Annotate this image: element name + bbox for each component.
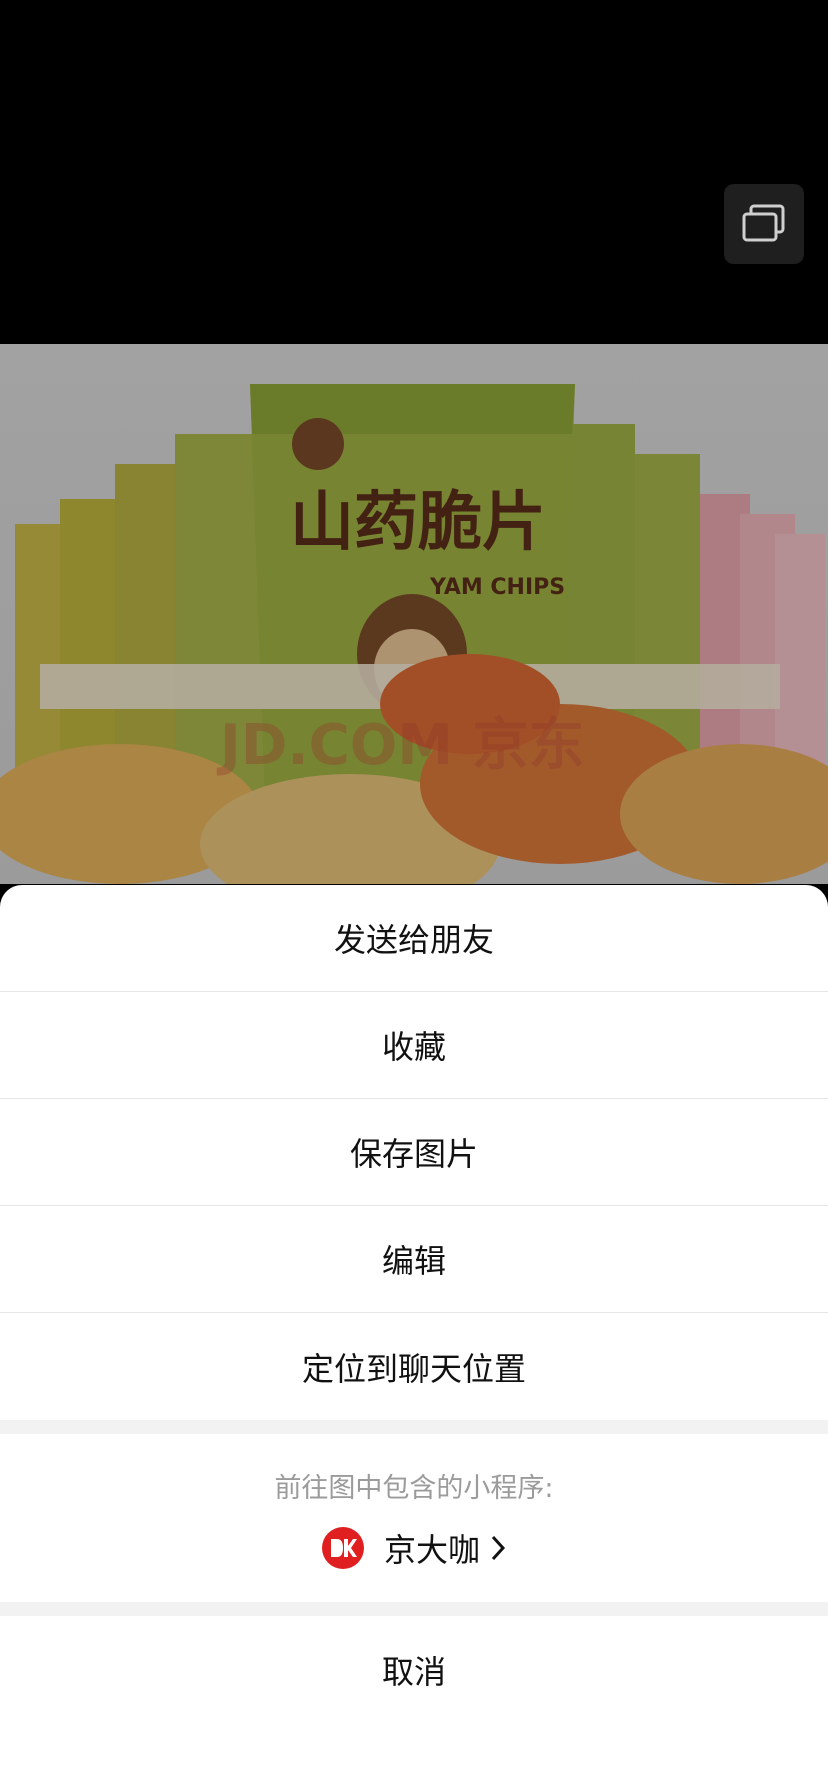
save-image-button[interactable]: 保存图片	[0, 1099, 828, 1206]
favorite-button[interactable]: 收藏	[0, 992, 828, 1099]
mini-program-link[interactable]: 京大咖	[321, 1525, 506, 1571]
mini-program-section: 前往图中包含的小程序: 京大咖	[0, 1434, 828, 1602]
multi-window-icon	[742, 204, 785, 242]
cancel-button[interactable]: 取消	[0, 1616, 828, 1723]
action-sheet: 发送给朋友 收藏 保存图片 编辑 定位到聊天位置 前往图中包含的小程序: 京大咖…	[0, 885, 828, 1792]
chevron-right-icon	[490, 1534, 506, 1562]
multi-window-button[interactable]	[724, 184, 804, 264]
locate-in-chat-button[interactable]: 定位到聊天位置	[0, 1313, 828, 1420]
section-divider	[0, 1602, 828, 1616]
edit-button[interactable]: 编辑	[0, 1206, 828, 1313]
mini-program-name: 京大咖	[383, 1530, 480, 1569]
send-to-friend-button[interactable]: 发送给朋友	[0, 885, 828, 992]
section-divider	[0, 1420, 828, 1434]
mini-program-hint: 前往图中包含的小程序:	[274, 1472, 554, 1504]
dim-overlay	[0, 344, 828, 884]
jd-logo-icon	[321, 1526, 364, 1569]
